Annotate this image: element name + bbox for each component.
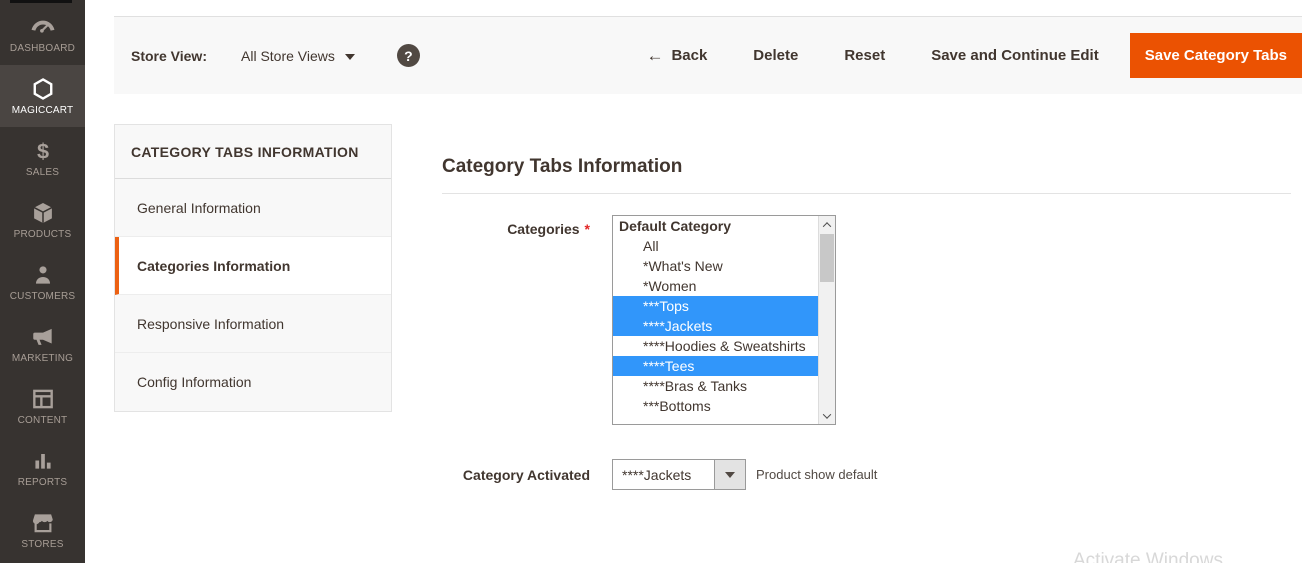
sidebar-item-stores[interactable]: STORES [0,499,85,561]
sidebar-item-label: STORES [21,539,63,550]
sidebar-item-label: REPORTS [18,477,68,488]
category-form: Category Tabs Information Categories* De… [442,124,1291,490]
scroll-up-button[interactable] [819,216,835,233]
category-activated-note: Product show default [756,467,877,482]
categories-field-row: Categories* Default Category All *What's… [442,215,1291,425]
app-window: DASHBOARD MAGICCART $ SALES PRODUCTS [0,0,1315,563]
listbox-option[interactable]: *Women [613,276,835,296]
help-icon[interactable]: ? [397,44,420,67]
scrollbar-thumb[interactable] [820,234,834,282]
reports-icon [30,448,56,474]
categories-field: Default Category All *What's New *Women … [612,215,836,425]
listbox-option[interactable]: ****Bras & Tanks [613,376,835,396]
activate-windows-watermark: Activate Windows [1073,550,1223,563]
products-icon [30,200,56,226]
sidebar-item-label: MARKETING [12,353,73,364]
sidebar-item-label: PRODUCTS [14,229,72,240]
listbox-options: Default Category All *What's New *Women … [613,216,818,416]
store-view-group: Store View: All Store Views ? [131,44,420,67]
categories-label: Categories* [442,215,590,425]
listbox-option[interactable]: All [613,236,835,256]
sidebar-item-customers[interactable]: CUSTOMERS [0,251,85,313]
listbox-option[interactable]: Default Category [613,216,835,236]
dashboard-icon [30,14,56,40]
sidebar-item-label: DASHBOARD [10,43,75,54]
tab-general-information[interactable]: General Information [115,179,391,237]
toolbar-actions: ← Back Delete Reset Save and Continue Ed… [600,33,1302,78]
page-toolbar: Store View: All Store Views ? ← Back Del… [114,16,1302,94]
sidebar-item-content[interactable]: CONTENT [0,375,85,437]
save-category-tabs-button[interactable]: Save Category Tabs [1130,33,1302,78]
sidebar-item-sales[interactable]: $ SALES [0,127,85,189]
content-icon [30,386,56,412]
title-divider [442,193,1291,194]
chevron-down-icon [345,54,355,60]
sidebar-item-dashboard[interactable]: DASHBOARD [0,3,85,65]
category-activated-field: ****Jackets Product show default [612,459,877,490]
listbox-option[interactable]: ***Bottoms [613,396,835,416]
listbox-option-selected[interactable]: ****Jackets [613,316,835,336]
listbox-scrollbar[interactable] [818,216,835,424]
save-and-continue-button[interactable]: Save and Continue Edit [931,47,1099,64]
sidebar-item-reports[interactable]: REPORTS [0,437,85,499]
select-value: ****Jackets [613,467,691,483]
reset-button[interactable]: Reset [844,47,885,64]
chevron-down-icon [823,410,831,418]
category-activated-select[interactable]: ****Jackets [612,459,746,490]
tab-categories-information[interactable]: Categories Information [115,237,391,295]
listbox-option[interactable]: *What's New [613,256,835,276]
sales-icon: $ [30,138,56,164]
chevron-up-icon [823,222,831,230]
logo-strip [10,0,72,3]
sidebar-item-label: CUSTOMERS [10,291,76,302]
admin-sidebar: DASHBOARD MAGICCART $ SALES PRODUCTS [0,0,85,563]
panel-header: CATEGORY TABS INFORMATION [115,125,391,179]
tab-config-information[interactable]: Config Information [115,353,391,411]
back-button[interactable]: ← Back [646,46,707,66]
sidebar-nav: DASHBOARD MAGICCART $ SALES PRODUCTS [0,0,85,561]
page-title: Category Tabs Information [442,156,1291,178]
listbox-option[interactable]: ****Hoodies & Sweatshirts [613,336,835,356]
sidebar-item-products[interactable]: PRODUCTS [0,189,85,251]
select-arrow-button[interactable] [714,460,745,489]
category-activated-label: Category Activated [442,459,590,490]
svg-text:$: $ [36,139,48,164]
magiccart-icon [30,76,56,102]
sidebar-item-label: CONTENT [18,415,68,426]
sidebar-item-magiccart[interactable]: MAGICCART [0,65,85,127]
delete-button[interactable]: Delete [753,47,798,64]
content-region: CATEGORY TABS INFORMATION General Inform… [85,94,1315,490]
listbox-option-selected[interactable]: ****Tees [613,356,835,376]
main-area: Store View: All Store Views ? ← Back Del… [85,0,1315,563]
store-view-dropdown[interactable]: All Store Views [241,48,355,64]
category-tabs-panel: CATEGORY TABS INFORMATION General Inform… [114,124,392,412]
tab-responsive-information[interactable]: Responsive Information [115,295,391,353]
back-label: Back [671,47,707,64]
sidebar-item-label: MAGICCART [12,105,74,116]
scroll-down-button[interactable] [819,407,835,424]
chevron-down-icon [725,472,735,478]
marketing-icon [30,324,56,350]
store-view-value: All Store Views [241,48,335,64]
category-activated-row: Category Activated ****Jackets Product s… [442,459,1291,490]
required-mark: * [585,221,590,237]
listbox-option-selected[interactable]: ***Tops [613,296,835,316]
back-arrow-icon: ← [646,46,663,66]
customers-icon [30,262,56,288]
sidebar-item-marketing[interactable]: MARKETING [0,313,85,375]
store-view-label: Store View: [131,48,207,64]
sidebar-item-label: SALES [26,167,59,178]
stores-icon [30,510,56,536]
categories-listbox[interactable]: Default Category All *What's New *Women … [612,215,836,425]
